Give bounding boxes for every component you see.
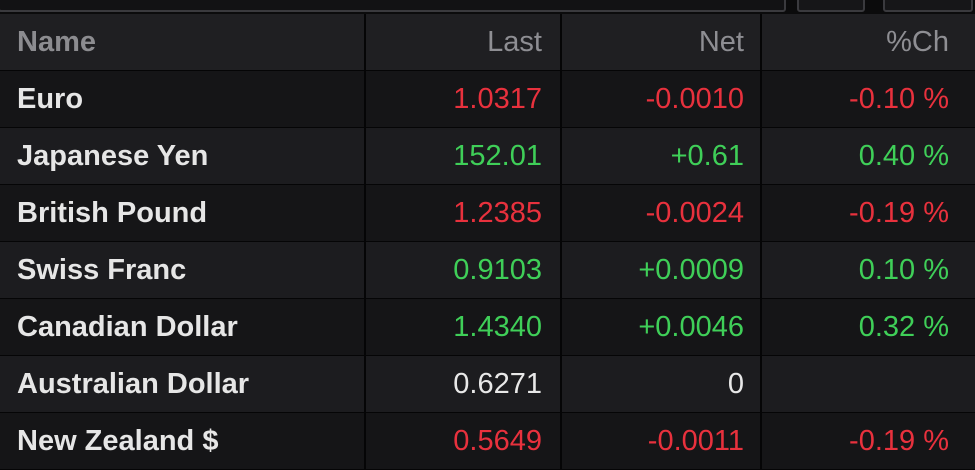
percent-change: -0.19 % [849, 196, 949, 229]
table-row[interactable]: British Pound 1.2385 -0.0024 -0.19 % [0, 185, 975, 242]
currency-name: Euro [0, 71, 366, 127]
table-row[interactable]: Swiss Franc 0.9103 +0.0009 0.10 % [0, 242, 975, 299]
table-row[interactable]: Euro 1.0317 -0.0010 -0.10 % [0, 71, 975, 128]
currency-name: Canadian Dollar [0, 299, 366, 355]
search-input[interactable] [0, 0, 786, 12]
percent-change: 0.32 % [858, 310, 949, 343]
currency-name: Japanese Yen [0, 128, 366, 184]
last-price: 1.0317 [366, 71, 562, 127]
table-row[interactable]: Japanese Yen 152.01 +0.61 0.40 % [0, 128, 975, 185]
net-change: +0.0009 [562, 242, 762, 298]
currency-name: British Pound [0, 185, 366, 241]
percent-change [762, 356, 975, 412]
last-price: 152.01 [366, 128, 562, 184]
net-change: -0.0011 [562, 413, 762, 469]
net-change: -0.0024 [562, 185, 762, 241]
last-price: 0.5649 [366, 413, 562, 469]
last-price: 0.6271 [366, 356, 562, 412]
net-change: +0.0046 [562, 299, 762, 355]
table-row[interactable]: Canadian Dollar 1.4340 +0.0046 0.32 % [0, 299, 975, 356]
currency-table: Name Last Net %Ch Euro 1.0317 -0.0010 -0… [0, 14, 975, 470]
currency-name: Australian Dollar [0, 356, 366, 412]
percent-change: -0.10 % [849, 82, 949, 115]
last-price: 1.4340 [366, 299, 562, 355]
percent-change: 0.10 % [858, 253, 949, 286]
net-change: -0.0010 [562, 71, 762, 127]
column-header-pct-change[interactable]: %Ch [762, 14, 975, 70]
currency-name: Swiss Franc [0, 242, 366, 298]
net-change: 0 [562, 356, 762, 412]
toolbar-button-2[interactable] [883, 0, 973, 12]
table-header: Name Last Net %Ch [0, 14, 975, 71]
percent-change: -0.19 % [849, 424, 949, 457]
last-price: 1.2385 [366, 185, 562, 241]
last-price: 0.9103 [366, 242, 562, 298]
currency-name: New Zealand $ [0, 413, 366, 469]
toolbar-button-1[interactable] [797, 0, 865, 12]
column-header-net[interactable]: Net [562, 14, 762, 70]
net-change: +0.61 [562, 128, 762, 184]
column-header-last[interactable]: Last [366, 14, 562, 70]
toolbar [0, 0, 975, 14]
percent-change: 0.40 % [858, 139, 949, 172]
table-row[interactable]: Australian Dollar 0.6271 0 [0, 356, 975, 413]
table-row[interactable]: New Zealand $ 0.5649 -0.0011 -0.19 % [0, 413, 975, 470]
column-header-name[interactable]: Name [0, 14, 366, 70]
